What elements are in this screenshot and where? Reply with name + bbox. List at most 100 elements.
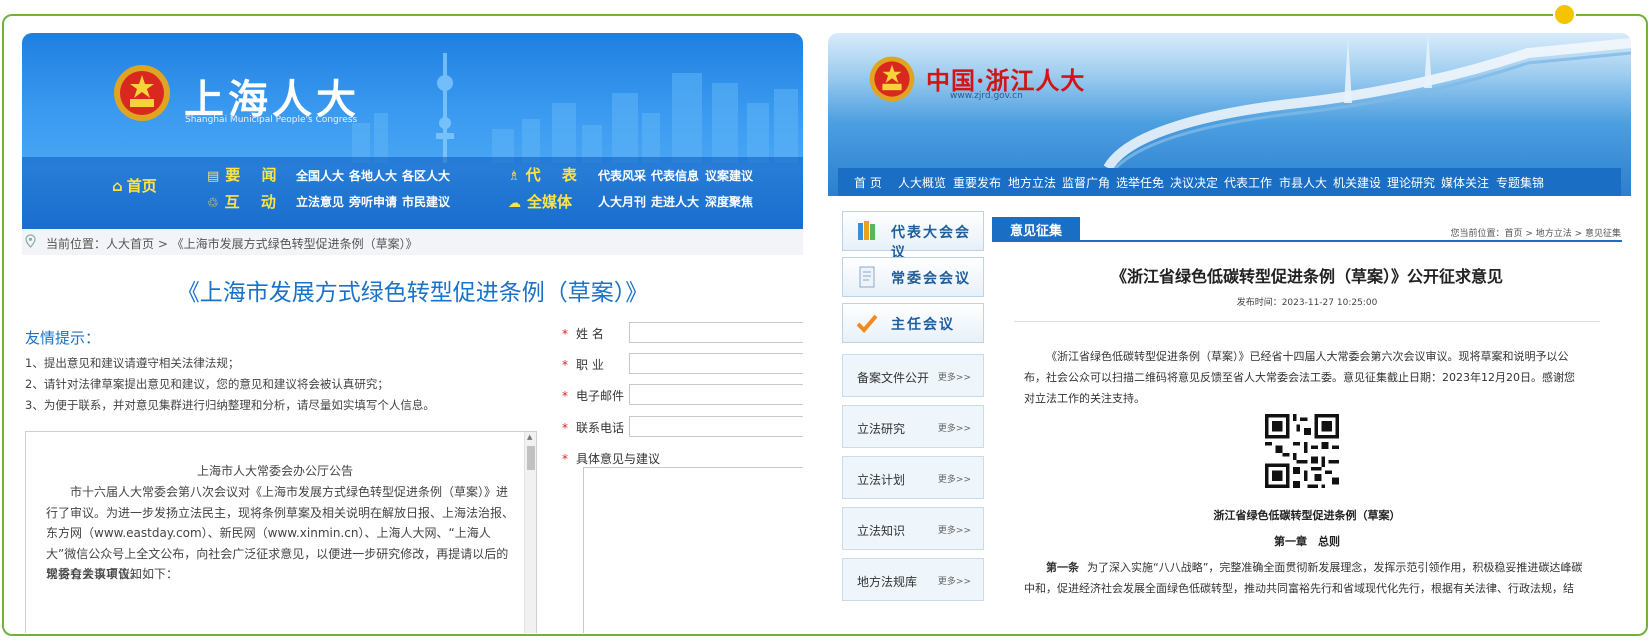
nav-link[interactable]: 各区人大 bbox=[402, 167, 450, 184]
nav-cat-media[interactable]: ☁ 全媒体 bbox=[508, 191, 572, 212]
accent-dot bbox=[1553, 3, 1576, 26]
section-divider bbox=[992, 240, 1622, 242]
field-label-text: 电子邮件 bbox=[576, 389, 625, 403]
zhejiang-banner: 中国·浙江人大 www.zjrd.gov.cn 首 页 人大概览 重要发布 地方… bbox=[828, 33, 1631, 196]
home-icon: ⌂ bbox=[112, 177, 123, 195]
nav-item[interactable]: 媒体关注 bbox=[1441, 174, 1489, 191]
nav-item[interactable]: 选举任免 bbox=[1116, 174, 1164, 191]
scrollbar[interactable]: ▲ bbox=[524, 432, 536, 633]
tip-item: 1、提出意见和建议请遵守相关法律法规； bbox=[25, 356, 240, 370]
location-pin-icon bbox=[25, 234, 36, 248]
nav-link[interactable]: 深度聚焦 bbox=[705, 193, 753, 210]
nav-cat-interact[interactable]: ♲ 互 动 bbox=[207, 191, 284, 212]
email-input[interactable] bbox=[629, 384, 803, 405]
breadcrumb: 当前位置：人大首页 > 《上海市发展方式绿色转型促进条例（草案）》 bbox=[22, 229, 803, 255]
side-button-standing-committee[interactable]: 常委会会议 bbox=[842, 257, 984, 297]
breadcrumb: 您当前位置：首页 > 地方立法 > 意见征集 bbox=[1450, 229, 1621, 239]
publish-date: 发布时间：2023-11-27 10:25:00 bbox=[1236, 298, 1378, 308]
nav-home-label: 首页 bbox=[126, 177, 157, 195]
notice-last-line: 现将有关事项告知如下： bbox=[46, 567, 179, 581]
chapter-heading: 第一章 总则 bbox=[1274, 535, 1340, 548]
side-button-congress[interactable]: 代表大会会议 bbox=[842, 211, 984, 261]
intro-paragraph: 《浙江省绿色低碳转型促进条例（草案）》已经省十四届人大常委会第六次会议审议。现将… bbox=[1024, 350, 1575, 405]
more-link[interactable]: 更多>> bbox=[938, 472, 971, 485]
side-link-filing[interactable]: 备案文件公开 更多>> bbox=[842, 354, 984, 397]
field-label-opinion: * 具体意见与建议 bbox=[562, 450, 660, 467]
nav-cat-news[interactable]: ▤ 要 闻 bbox=[207, 164, 285, 185]
field-label-name: * 姓 名 bbox=[562, 325, 604, 342]
phone-input[interactable] bbox=[629, 416, 803, 437]
nav-item[interactable]: 人大概览 bbox=[898, 174, 946, 191]
nav-link[interactable]: 走进人大 bbox=[651, 193, 699, 210]
nav-link[interactable]: 立法意见 bbox=[296, 193, 344, 210]
scroll-up-icon[interactable]: ▲ bbox=[527, 433, 532, 441]
more-link[interactable]: 更多>> bbox=[938, 421, 971, 434]
nav-item[interactable]: 首 页 bbox=[854, 174, 882, 191]
nav-link[interactable]: 全国人大 bbox=[296, 167, 344, 184]
page-title: 《上海市发展方式绿色转型促进条例（草案）》 bbox=[176, 280, 649, 306]
name-input[interactable] bbox=[629, 322, 803, 343]
nav-item[interactable]: 监督广角 bbox=[1062, 174, 1110, 191]
required-mark: * bbox=[562, 389, 568, 403]
nav-link[interactable]: 代表风采 bbox=[598, 167, 646, 184]
opinion-textarea[interactable] bbox=[583, 467, 803, 633]
nav-item[interactable]: 地方立法 bbox=[1008, 174, 1056, 191]
nav-link[interactable]: 市民建议 bbox=[402, 193, 450, 210]
tip-title: 友情提示： bbox=[25, 329, 101, 347]
side-button-director[interactable]: 主任会议 bbox=[842, 303, 984, 343]
nav-link[interactable]: 代表信息 bbox=[651, 167, 699, 184]
site-subtitle: Shanghai Municipal People's Congress bbox=[185, 115, 358, 125]
nav-item[interactable]: 决议决定 bbox=[1170, 174, 1218, 191]
nav-home[interactable]: ⌂ 首页 bbox=[112, 175, 157, 196]
required-mark: * bbox=[562, 358, 568, 372]
side-link-label: 立法研究 bbox=[857, 422, 906, 436]
nav-link[interactable]: 旁听申请 bbox=[349, 193, 397, 210]
scroll-thumb[interactable] bbox=[527, 446, 535, 470]
required-mark: * bbox=[562, 327, 568, 341]
nav-cat-label: 互 动 bbox=[224, 193, 284, 211]
more-link[interactable]: 更多>> bbox=[938, 574, 971, 587]
nav-cat-deputies[interactable]: ♗ 代 表 bbox=[508, 164, 585, 185]
article-number: 第一条 bbox=[1046, 561, 1079, 574]
side-link-label: 地方法规库 bbox=[857, 575, 918, 589]
more-link[interactable]: 更多>> bbox=[938, 523, 971, 536]
nav-link[interactable]: 各地人大 bbox=[349, 167, 397, 184]
shanghai-banner: 上海人大 Shanghai Municipal People's Congres… bbox=[22, 33, 803, 229]
notice-title: 上海市人大常委会办公厅公告 bbox=[196, 464, 353, 478]
field-label-job: * 职 业 bbox=[562, 356, 604, 373]
divider bbox=[1014, 321, 1600, 322]
tips-list: 1、提出意见和建议请遵守相关法律法规； 2、请针对法律草案提出意见和建议，您的意… bbox=[25, 353, 435, 416]
books-icon bbox=[858, 221, 875, 240]
field-label-text: 联系电话 bbox=[576, 421, 625, 435]
more-link[interactable]: 更多>> bbox=[938, 370, 971, 383]
nav-link[interactable]: 议案建议 bbox=[705, 167, 753, 184]
nav-item[interactable]: 机关建设 bbox=[1333, 174, 1381, 191]
media-icon: ☁ bbox=[508, 196, 521, 211]
nav-item[interactable]: 市县人大 bbox=[1279, 174, 1327, 191]
nav-item[interactable]: 重要发布 bbox=[953, 174, 1001, 191]
qr-code-image bbox=[1265, 414, 1339, 488]
side-link-label: 立法计划 bbox=[857, 473, 906, 487]
field-label-text: 具体意见与建议 bbox=[576, 452, 661, 466]
side-link-plan[interactable]: 立法计划 更多>> bbox=[842, 456, 984, 499]
side-link-regulations[interactable]: 地方法规库 更多>> bbox=[842, 558, 984, 601]
site-url: www.zjrd.gov.cn bbox=[950, 91, 1023, 101]
notice-scroll-box[interactable]: 上海市人大常委会办公厅公告 市十六届人大常委会第八次会议对《上海市发展方式绿色转… bbox=[25, 431, 537, 633]
article-title: 《浙江省绿色低碳转型促进条例（草案）》公开征求意见 bbox=[1110, 267, 1503, 286]
required-mark: * bbox=[562, 452, 568, 466]
field-label-phone: * 联系电话 bbox=[562, 419, 624, 436]
nav-link[interactable]: 人大月刊 bbox=[598, 193, 646, 210]
side-link-label: 备案文件公开 bbox=[857, 371, 930, 385]
side-link-research[interactable]: 立法研究 更多>> bbox=[842, 405, 984, 448]
job-input[interactable] bbox=[629, 353, 803, 374]
nav-item[interactable]: 代表工作 bbox=[1224, 174, 1272, 191]
breadcrumb-text: 当前位置：人大首页 > 《上海市发展方式绿色转型促进条例（草案）》 bbox=[46, 237, 418, 251]
shanghai-panel: 上海人大 Shanghai Municipal People's Congres… bbox=[22, 33, 803, 633]
side-link-knowledge[interactable]: 立法知识 更多>> bbox=[842, 507, 984, 550]
nav-item[interactable]: 专题集锦 bbox=[1496, 174, 1544, 191]
interact-icon: ♲ bbox=[207, 196, 219, 211]
article-one: 第一条 为了深入实施“八八战略”，完整准确全面贯彻新发展理念，发挥示范引领作用，积… bbox=[1024, 557, 1584, 599]
news-icon: ▤ bbox=[207, 169, 220, 184]
document-title: 浙江省绿色低碳转型促进条例（草案） bbox=[1213, 509, 1401, 522]
nav-item[interactable]: 理论研究 bbox=[1387, 174, 1435, 191]
